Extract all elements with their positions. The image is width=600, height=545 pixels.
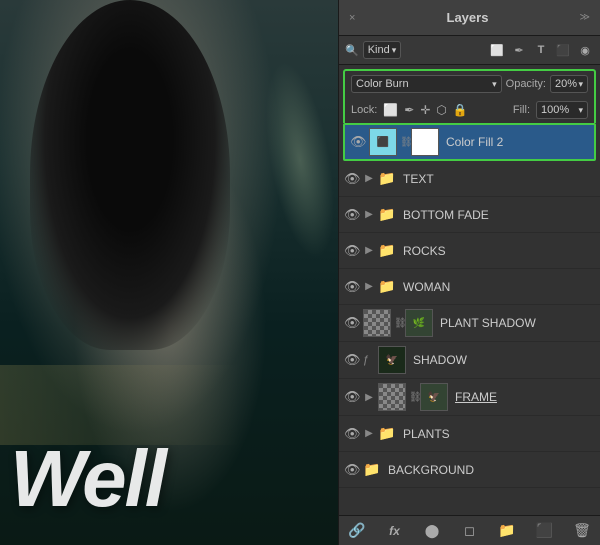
lock-move-icon[interactable]: ✛ [420,103,430,117]
collapse-icon[interactable]: ≫ [580,12,590,23]
layer-arrow[interactable]: ▶ [363,173,375,184]
layer-name: BACKGROUND [384,463,595,477]
layer-name: TEXT [399,172,595,186]
panel-close[interactable]: × [349,12,355,24]
layer-item[interactable]: 👁 ▶ 📁 ROCKS [339,233,600,269]
layer-arrow[interactable]: ▶ [363,209,375,220]
layer-name: SHADOW [409,353,595,367]
blend-mode-select[interactable]: Color Burn ▾ [351,75,502,93]
layer-arrow[interactable]: ▶ [363,428,375,439]
new-fill-icon[interactable]: ◻ [460,523,480,539]
layer-name: WOMAN [399,280,595,294]
photo-background: Well [0,0,340,545]
adjustment-filter-icon[interactable]: ◉ [576,44,594,57]
fill-input[interactable]: 100% ▾ [536,101,588,119]
layer-visibility-eye[interactable]: 👁 [344,426,360,442]
lock-brush-icon[interactable]: ✒ [404,103,414,117]
layer-item[interactable]: 👁 📁 BACKGROUND [339,452,600,488]
blend-mode-row: Color Burn ▾ Opacity: 20% ▾ [343,69,596,97]
layer-name: BOTTOM FADE [399,208,595,222]
layer-name: FRAME [451,390,595,404]
type-filter-icon[interactable]: T [532,44,550,57]
bottom-toolbar: 🔗 fx ⬤ ◻ 📁 ⬛ 🗑 [339,515,600,545]
layer-visibility-eye[interactable]: 👁 [344,462,360,478]
layer-item[interactable]: 👁 ▶ 📁 TEXT [339,161,600,197]
layer-visibility-eye[interactable]: 👁 [344,352,360,368]
layer-thumbnail-2: 🌿 [405,309,433,337]
layer-chain-icon: ⛓ [400,137,408,148]
layer-item[interactable]: 👁 ▶ ⛓ 🦅 FRAME [339,379,600,416]
layer-item[interactable]: 👁 ▶ 📁 WOMAN [339,269,600,305]
layer-chain-icon: ⛓ [394,318,402,329]
layers-panel: × Layers ≫ 🔍 Kind ▾ ⬜ ✒ T ⬛ ◉ Color Burn… [338,0,600,545]
filter-search-icon: 🔍 [345,44,359,57]
pixel-filter-icon[interactable]: ⬜ [488,44,506,57]
layer-thumbnail-1: ⬛ [369,128,397,156]
layers-list: 👁 ⬛ ⛓ Color Fill 2 👁 ▶ 📁 TEXT 👁 ▶ 📁 BOTT… [339,123,600,515]
lock-artboard-icon[interactable]: ⬡ [436,103,446,117]
filter-bar: 🔍 Kind ▾ ⬜ ✒ T ⬛ ◉ [339,36,600,65]
layer-item[interactable]: 👁 ƒ 🦅 SHADOW [339,342,600,379]
layer-thumbnail-1 [378,383,406,411]
layer-visibility-eye[interactable]: 👁 [344,207,360,223]
layer-visibility-eye[interactable]: 👁 [344,389,360,405]
layer-thumbnail-1: 🦅 [378,346,406,374]
layer-item[interactable]: 👁 ▶ 📁 BOTTOM FADE [339,197,600,233]
link-icon[interactable]: 🔗 [347,522,367,539]
layer-chain-icon: ⛓ [409,392,417,403]
layer-name: PLANTS [399,427,595,441]
delete-layer-icon[interactable]: 🗑 [572,522,592,539]
layer-item[interactable]: 👁 ⬛ ⛓ Color Fill 2 [343,123,596,161]
new-adjustment-icon[interactable]: ⬤ [422,523,442,539]
panel-title: Layers [447,10,489,25]
layer-visibility-eye[interactable]: 👁 [344,279,360,295]
layer-folder-icon: 📁 [378,170,396,187]
lock-all-icon[interactable]: 🔒 [453,103,468,117]
layer-folder-icon: 📁 [378,425,396,442]
panel-header: × Layers ≫ [339,0,600,36]
brush-filter-icon[interactable]: ✒ [510,44,528,57]
hair-silhouette [30,0,230,350]
layer-name: ROCKS [399,244,595,258]
layer-thumbnail-2: 🦅 [420,383,448,411]
shape-filter-icon[interactable]: ⬛ [554,44,572,57]
layer-visibility-eye[interactable]: 👁 [344,315,360,331]
fx-label[interactable]: fx [385,524,405,538]
layer-folder-icon: 📁 [378,278,396,295]
layer-folder-icon: 📁 [378,242,396,259]
lock-pixels-icon[interactable]: ⬜ [383,103,398,117]
layer-arrow[interactable]: ▶ [363,392,375,403]
layer-folder-icon: 📁 [378,206,396,223]
layer-item[interactable]: 👁 ⛓ 🌿 PLANT SHADOW [339,305,600,342]
layer-arrow[interactable]: ▶ [363,245,375,256]
layer-name: Color Fill 2 [442,135,589,149]
layer-visibility-eye[interactable]: 👁 [344,243,360,259]
new-group-icon[interactable]: 📁 [497,522,517,539]
layer-item[interactable]: 👁 ▶ 📁 PLANTS [339,416,600,452]
layer-thumbnail-1 [363,309,391,337]
new-layer-icon[interactable]: ⬛ [535,522,555,539]
kind-filter-select[interactable]: Kind ▾ [363,41,402,59]
layer-arrow[interactable]: ▶ [363,281,375,292]
layer-thumbnail-2 [411,128,439,156]
layer-folder-icon: 📁 [363,461,381,478]
photo-text-overlay: Well [10,433,165,525]
layer-visibility-eye[interactable]: 👁 [344,171,360,187]
opacity-input[interactable]: 20% ▾ [550,75,588,93]
layer-visibility-eye[interactable]: 👁 [350,134,366,150]
lock-row: Lock: ⬜ ✒ ✛ ⬡ 🔒 Fill: 100% ▾ [343,97,596,123]
layer-name: PLANT SHADOW [436,316,595,330]
